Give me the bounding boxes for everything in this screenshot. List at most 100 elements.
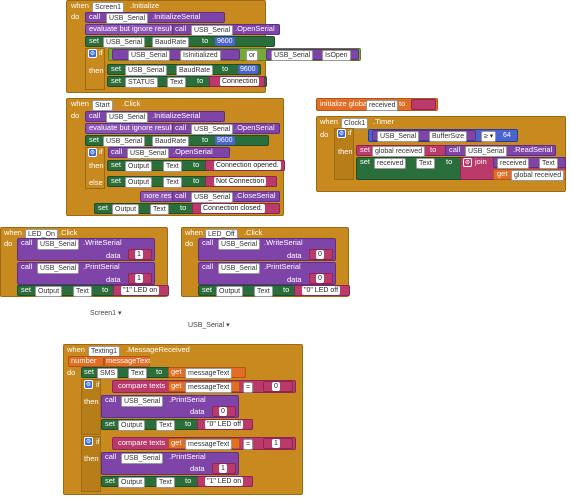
text-literal[interactable]: 0 xyxy=(272,382,280,391)
call-label: call xyxy=(105,452,117,461)
variable-name-field[interactable]: received xyxy=(366,100,399,111)
mutator-gear-icon[interactable]: ⚙ xyxy=(84,380,93,389)
or-dropdown[interactable]: or xyxy=(246,50,259,61)
usb-serial-dropdown[interactable]: USB_Serial xyxy=(103,37,146,48)
text-literal[interactable]: Connection opened. xyxy=(214,161,281,170)
text-literal[interactable]: 0 xyxy=(316,250,324,259)
initialize-event-label: .Initialize xyxy=(130,1,160,10)
usb-serial-dropdown[interactable]: USB_Serial xyxy=(128,50,171,61)
property-dropdown[interactable]: Text xyxy=(163,177,182,188)
text-literal[interactable]: 1 xyxy=(272,439,280,448)
component-dropdown[interactable]: received xyxy=(374,158,407,169)
variable-dropdown[interactable]: messageText xyxy=(185,368,233,379)
property-dropdown[interactable]: Text xyxy=(416,158,435,169)
text-literal[interactable]: 1 xyxy=(219,464,227,473)
comparison-operator-dropdown[interactable]: ≥ ▾ xyxy=(481,131,497,142)
property-dropdown[interactable]: IsOpen xyxy=(322,50,351,61)
set-label: set xyxy=(89,135,100,144)
method-label: .OpenSerial xyxy=(173,147,213,156)
mutator-gear-icon[interactable]: ⚙ xyxy=(463,158,472,167)
get-label: get xyxy=(171,367,182,376)
component-dropdown[interactable]: STATUS xyxy=(125,77,158,88)
component-dropdown[interactable]: Output xyxy=(118,477,146,488)
property-dropdown[interactable]: BaudRate xyxy=(176,65,214,76)
usb-serial-dropdown[interactable]: USB_Serial xyxy=(37,239,80,250)
mutator-gear-icon[interactable]: ⚙ xyxy=(84,437,93,446)
usb-serial-dropdown[interactable]: USB_Serial xyxy=(191,192,234,203)
usb-serial-dropdown[interactable]: USB_Serial xyxy=(106,112,149,123)
mutator-gear-icon[interactable]: ⚙ xyxy=(88,49,97,58)
click-event-label: .Click xyxy=(59,228,78,237)
usb-serial-dropdown[interactable]: USB_Serial xyxy=(271,50,314,61)
text-literal[interactable]: 0 xyxy=(219,407,227,416)
to-label: to xyxy=(222,64,229,73)
component-dropdown[interactable]: SMS xyxy=(97,368,119,379)
usb-serial-dropdown[interactable]: USB_Serial xyxy=(465,146,508,157)
component-dropdown[interactable]: Output xyxy=(35,286,63,297)
text-literal[interactable]: "1" LED on xyxy=(121,286,160,295)
text-literal[interactable]: 1 xyxy=(135,250,143,259)
component-dropdown[interactable]: Output xyxy=(118,420,146,431)
component-dropdown[interactable]: received xyxy=(497,158,530,169)
text-literal[interactable]: "0" LED off xyxy=(205,420,244,429)
component-dropdown[interactable]: Output xyxy=(125,161,153,172)
text-literal[interactable]: "1" LED on xyxy=(205,477,244,486)
to-label: to xyxy=(202,135,209,144)
usb-serial-dropdown[interactable]: USB_Serial xyxy=(106,13,149,24)
mutator-gear-icon[interactable]: ⚙ xyxy=(88,148,97,157)
usb-serial-dropdown[interactable]: USB_Serial xyxy=(121,453,164,464)
component-dropdown[interactable]: Output xyxy=(112,204,140,215)
usb-serial-dropdown[interactable]: USB_Serial xyxy=(191,25,234,36)
evaluate-label: evaluate but ignore result xyxy=(89,24,174,33)
usb-serial-dropdown[interactable]: USB_Serial xyxy=(377,131,420,142)
variable-dropdown[interactable]: messageText xyxy=(185,439,233,450)
component-dropdown[interactable]: Output xyxy=(216,286,244,297)
number-literal[interactable]: 9600 xyxy=(238,65,258,74)
comparison-operator-dropdown[interactable]: = xyxy=(243,382,254,393)
usb-serial-dropdown[interactable]: USB_Serial xyxy=(218,239,261,250)
screen1-floating-dropdown[interactable]: Screen1 ▾ xyxy=(90,309,122,317)
variable-dropdown[interactable]: global received xyxy=(511,170,565,181)
property-dropdown[interactable]: Text xyxy=(156,477,175,488)
property-dropdown[interactable]: Text xyxy=(150,204,169,215)
if-label: if xyxy=(96,437,100,446)
property-dropdown[interactable]: BaudRate xyxy=(152,136,190,147)
comparison-operator-dropdown[interactable]: = xyxy=(243,439,254,450)
property-dropdown[interactable]: BufferSize xyxy=(429,131,468,142)
usb-serial-dropdown[interactable]: USB_Serial xyxy=(191,124,234,135)
property-dropdown[interactable]: IsInitialized xyxy=(180,50,221,61)
text-literal[interactable]: 0 xyxy=(316,274,324,283)
text-literal[interactable]: Connection xyxy=(220,77,260,86)
text-literal[interactable]: Not Connection xyxy=(214,177,267,186)
number-literal[interactable]: 9600 xyxy=(215,136,235,145)
property-dropdown[interactable]: Text xyxy=(156,420,175,431)
do-label: do xyxy=(320,130,329,139)
number-literal[interactable]: 9600 xyxy=(215,37,235,46)
usb-serial-dropdown[interactable]: USB_Serial xyxy=(103,136,146,147)
usb-serial-dropdown[interactable]: USB_Serial xyxy=(125,65,168,76)
usb-serial-dropdown[interactable]: USB_Serial xyxy=(127,148,170,159)
number-literal[interactable]: 64 xyxy=(501,131,513,140)
usb-serial-dropdown[interactable]: USB_Serial xyxy=(37,263,80,274)
property-dropdown[interactable]: Text xyxy=(167,77,186,88)
mutator-gear-icon[interactable]: ⚙ xyxy=(337,129,346,138)
property-dropdown[interactable]: BaudRate xyxy=(152,37,190,48)
usb-serial-dropdown[interactable]: USB_Serial xyxy=(121,396,164,407)
component-dropdown[interactable]: Output xyxy=(125,177,153,188)
property-dropdown[interactable]: Text xyxy=(128,368,147,379)
text-literal-block[interactable] xyxy=(411,99,436,110)
usb-serial-dropdown[interactable]: USB_Serial xyxy=(218,263,261,274)
set-label: set xyxy=(105,476,116,485)
text-literal[interactable]: Connection closed. xyxy=(201,204,265,213)
property-dropdown[interactable]: Text xyxy=(163,161,182,172)
text-literal[interactable]: "0" LED off xyxy=(302,286,341,295)
variable-dropdown[interactable]: messageText xyxy=(185,382,233,393)
property-dropdown[interactable]: Text xyxy=(539,158,558,169)
start-dropdown[interactable]: Start xyxy=(92,100,113,111)
property-dropdown[interactable]: Text xyxy=(254,286,273,297)
property-dropdown[interactable]: Text xyxy=(73,286,92,297)
usb-serial-floating-dropdown[interactable]: USB_Serial ▾ xyxy=(188,321,230,329)
variable-dropdown[interactable]: global received xyxy=(372,146,426,157)
call-label: call xyxy=(202,262,214,271)
text-literal[interactable]: 1 xyxy=(135,274,143,283)
